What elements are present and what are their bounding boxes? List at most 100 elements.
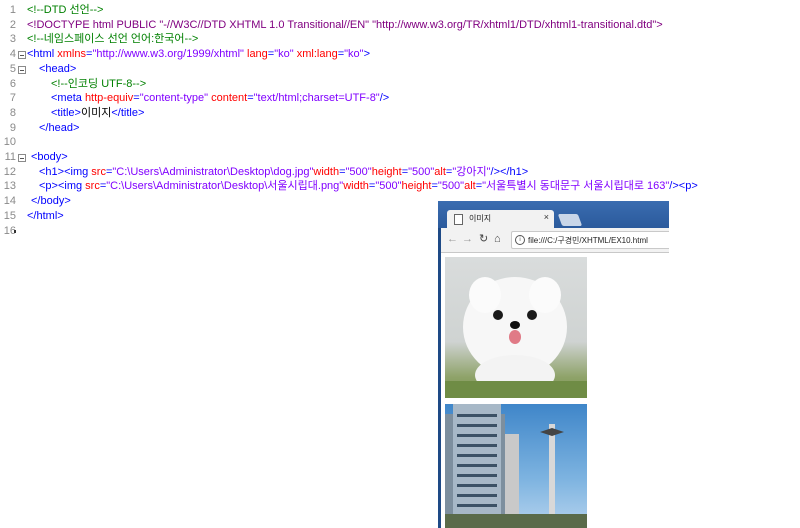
code-token: <meta xyxy=(51,92,85,105)
code-token: "500" xyxy=(408,165,435,178)
code-token: "C:\Users\Administrator\Desktop\서울시립대.pn… xyxy=(106,180,344,193)
code-token: <h1><img xyxy=(39,165,92,178)
code-line[interactable]: 4 <html xmlns="http://www.w3.org/1999/xht… xyxy=(0,47,800,62)
page-viewport xyxy=(441,253,669,528)
code-token: height xyxy=(371,165,402,178)
code-line[interactable]: 13 <p><img src="C:\Users\Administrator\De… xyxy=(0,179,800,194)
code-token: "content-type" xyxy=(139,92,209,105)
code-token: "ko" xyxy=(274,48,294,61)
code-token: </title> xyxy=(111,106,145,119)
code-token: alt xyxy=(464,180,476,193)
code-line[interactable]: 2 <!DOCTYPE html PUBLIC "-//W3C//DTD XHTM… xyxy=(0,18,800,33)
dog-image xyxy=(445,257,587,398)
code-line[interactable]: 15 </html> xyxy=(0,209,800,224)
code-line[interactable]: 11 <body> xyxy=(0,150,800,165)
line-number: 9 xyxy=(9,121,16,134)
back-arrow-icon[interactable]: ← xyxy=(447,232,458,246)
forward-arrow-icon[interactable]: → xyxy=(462,232,473,246)
code-token: "text/html;charset=UTF-8" xyxy=(253,92,380,105)
code-token: /> xyxy=(379,92,390,105)
code-token: /></h1> xyxy=(490,165,529,178)
code-text: <html xmlns="http://www.w3.org/1999/xhtm… xyxy=(27,47,370,62)
info-icon[interactable]: i xyxy=(515,235,525,245)
code-token: "http://www.w3.org/1999/xhtml" xyxy=(92,48,244,61)
code-line[interactable]: 8 <title>이미지</title> xyxy=(0,106,800,121)
line-number: 15 xyxy=(3,209,16,222)
code-token: alt xyxy=(434,165,446,178)
code-text: <body> xyxy=(31,150,68,165)
code-line[interactable]: 16 xyxy=(0,224,800,239)
code-token: <html xyxy=(27,48,58,61)
code-token: "강아지" xyxy=(452,165,491,178)
code-token: xmlns xyxy=(57,48,86,61)
line-number: 2 xyxy=(9,18,16,31)
line-number: 6 xyxy=(9,77,16,90)
new-tab-button[interactable] xyxy=(557,214,583,226)
browser-window[interactable]: 이미지 × ← → ↻ ⌂ i file:///C:/구경민/XHTML/EX1… xyxy=(438,201,669,528)
code-token: height xyxy=(401,180,432,193)
code-line[interactable]: 7 <meta http-equiv="content-type" content… xyxy=(0,91,800,106)
code-token: http-equiv xyxy=(84,92,134,105)
code-token: width xyxy=(313,165,340,178)
fold-toggle-icon[interactable] xyxy=(18,65,26,74)
code-token: <!DOCTYPE html PUBLIC "-//W3C//DTD XHTML… xyxy=(27,18,663,31)
code-text: <!--인코딩 UTF-8--> xyxy=(51,77,146,92)
code-token: "500" xyxy=(437,180,465,193)
code-token: "서울특별시 동대문구 서울시립대로 163" xyxy=(482,180,670,193)
code-text: <!DOCTYPE html PUBLIC "-//W3C//DTD XHTML… xyxy=(27,18,663,33)
code-line[interactable]: 3 <!--네임스페이스 선언 언어:한국어--> xyxy=(0,32,800,47)
text-caret xyxy=(14,230,16,233)
line-number: 11 xyxy=(4,151,16,163)
code-token: xml:lang xyxy=(293,48,338,61)
code-token: width xyxy=(343,180,369,193)
line-number: 8 xyxy=(9,106,16,119)
code-text: <!--DTD 선언--> xyxy=(27,3,103,18)
code-token: "C:\Users\Administrator\Desktop\dog.jpg" xyxy=(112,165,314,178)
close-tab-icon[interactable]: × xyxy=(544,212,549,222)
address-bar[interactable]: i file:///C:/구경민/XHTML/EX10.html xyxy=(511,231,669,249)
code-text: <h1><img src="C:\Users\Administrator\Des… xyxy=(39,165,528,180)
code-text: <!--네임스페이스 선언 언어:한국어--> xyxy=(27,32,198,47)
line-number: 7 xyxy=(9,92,16,105)
line-number: 12 xyxy=(3,165,16,178)
code-token: <!--DTD 선언--> xyxy=(27,4,104,16)
code-token: "ko" xyxy=(344,48,364,61)
code-token: content xyxy=(208,92,248,105)
code-token: <head> xyxy=(39,62,77,75)
code-token: </head> xyxy=(39,121,80,134)
code-text: </head> xyxy=(39,121,79,136)
line-number: 14 xyxy=(3,195,16,208)
fold-toggle-icon[interactable] xyxy=(18,154,26,162)
code-token: <!--네임스페이스 선언 언어:한국어--> xyxy=(27,33,199,46)
code-token: /><p> xyxy=(669,180,698,193)
code-token: 이미지 xyxy=(80,106,112,119)
code-line[interactable]: 6 <!--인코딩 UTF-8--> xyxy=(0,77,800,92)
code-token: <title> xyxy=(51,106,81,119)
code-token: <!--인코딩 UTF-8--> xyxy=(51,77,147,90)
code-line[interactable]: 5 <head> xyxy=(0,62,800,77)
code-editor[interactable]: 1 <!--DTD 선언--> 2 <!DOCTYPE html PUBLIC "-/… xyxy=(0,0,800,528)
code-text: <head> xyxy=(39,62,76,77)
browser-tab[interactable]: 이미지 × xyxy=(447,210,554,228)
reload-icon[interactable]: ↻ xyxy=(479,232,488,246)
code-line[interactable]: 1 <!--DTD 선언--> xyxy=(0,3,800,18)
code-line[interactable]: 14 </body> xyxy=(0,194,800,209)
code-token: src xyxy=(91,165,106,178)
code-line[interactable]: 10 xyxy=(0,135,800,150)
code-token: <body> xyxy=(31,151,68,163)
line-number: 10 xyxy=(3,136,16,149)
code-text: </body> xyxy=(31,194,71,209)
code-text: <p><img src="C:\Users\Administrator\Desk… xyxy=(39,179,698,194)
tab-title: 이미지 xyxy=(469,214,492,223)
line-number: 3 xyxy=(9,33,16,46)
home-icon[interactable]: ⌂ xyxy=(494,232,501,246)
code-line[interactable]: 9 </head> xyxy=(0,121,800,136)
code-line[interactable]: 12 <h1><img src="C:\Users\Administrator\D… xyxy=(0,165,800,180)
code-text: <meta http-equiv="content-type" content=… xyxy=(51,91,389,106)
line-number: 13 xyxy=(3,180,16,193)
code-token: </html> xyxy=(27,209,64,222)
fold-toggle-icon[interactable] xyxy=(18,51,26,60)
line-number: 1 xyxy=(9,4,16,16)
tab-strip: 이미지 × xyxy=(438,201,669,228)
line-number: 4 xyxy=(9,48,16,61)
